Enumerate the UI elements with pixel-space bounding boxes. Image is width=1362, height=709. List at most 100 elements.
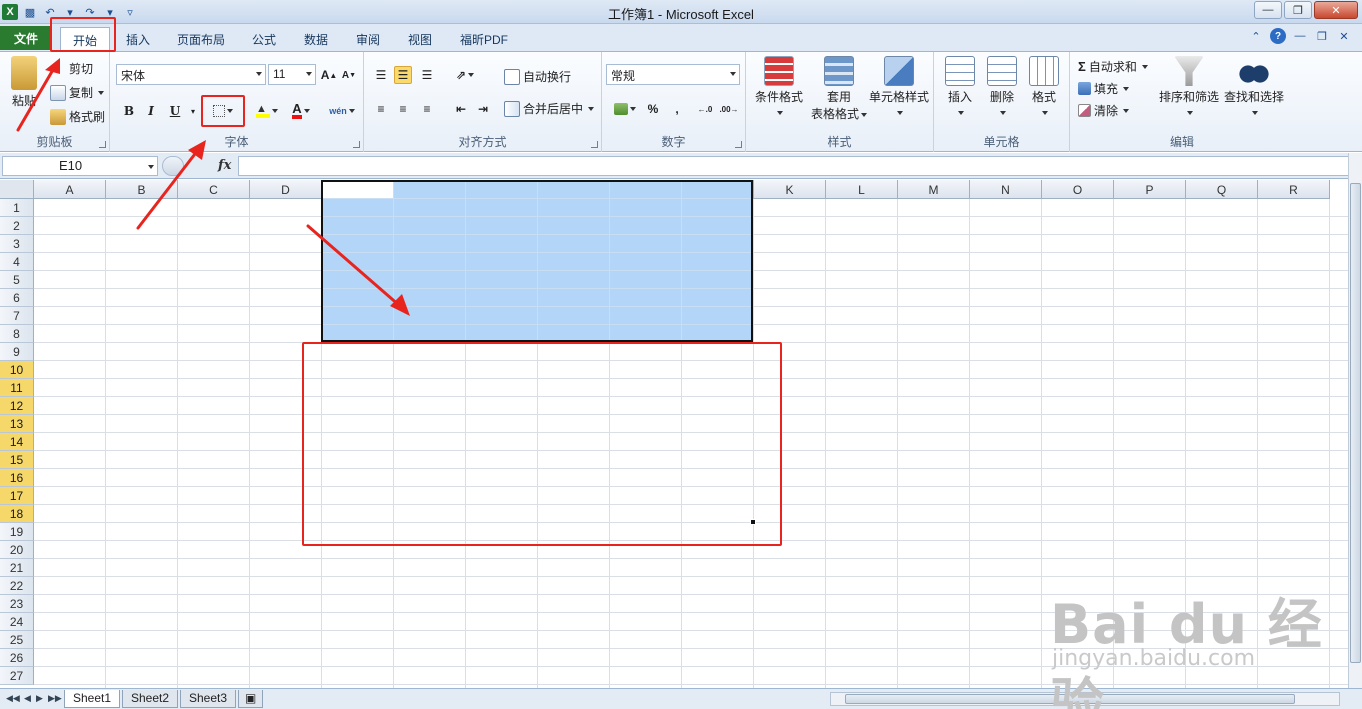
row-header-23[interactable]: 23 (0, 595, 34, 613)
row-header-10[interactable]: 10 (0, 361, 34, 379)
cell-styles-button[interactable]: 单元格样式 (868, 56, 930, 119)
horizontal-scrollbar[interactable] (830, 692, 1340, 706)
tab-view[interactable]: 视图 (400, 27, 440, 52)
column-header-a[interactable]: A (34, 180, 106, 199)
paste-button[interactable]: 粘贴 (6, 56, 42, 109)
tab-page-layout[interactable]: 页面布局 (168, 27, 234, 52)
insert-cells-button[interactable]: 插入 (940, 56, 980, 119)
font-color-button[interactable]: A (286, 102, 316, 120)
clipboard-launcher-icon[interactable] (99, 141, 106, 148)
wrap-text-button[interactable]: 自动换行 (504, 68, 571, 85)
row-header-4[interactable]: 4 (0, 253, 34, 271)
delete-cells-button[interactable]: 删除 (982, 56, 1022, 119)
bold-button[interactable]: B (120, 102, 138, 120)
align-bottom-icon[interactable]: ☰ (418, 66, 436, 84)
row-header-2[interactable]: 2 (0, 217, 34, 235)
row-header-24[interactable]: 24 (0, 613, 34, 631)
format-cells-button[interactable]: 格式 (1024, 56, 1064, 119)
row-header-25[interactable]: 25 (0, 631, 34, 649)
next-sheet-icon[interactable]: ▶ (36, 693, 43, 704)
workbook-close-icon[interactable]: ✕ (1336, 28, 1352, 44)
close-icon[interactable]: ✕ (1314, 1, 1358, 19)
row-header-13[interactable]: 13 (0, 415, 34, 433)
insert-sheet-icon[interactable]: ▣ (238, 690, 264, 708)
select-all-corner[interactable] (0, 180, 34, 199)
shrink-font-button[interactable]: A ▼ (340, 66, 358, 84)
italic-button[interactable]: I (142, 102, 160, 120)
active-cell[interactable] (323, 182, 393, 198)
row-header-20[interactable]: 20 (0, 541, 34, 559)
column-header-q[interactable]: Q (1186, 180, 1258, 199)
tab-home[interactable]: 开始 (60, 27, 110, 52)
column-header-o[interactable]: O (1042, 180, 1114, 199)
fill-color-button[interactable]: ▲ (252, 102, 282, 120)
underline-dropdown-icon[interactable]: ▾ (184, 102, 202, 120)
help-icon[interactable]: ? (1270, 28, 1286, 44)
sheet-tab-3[interactable]: Sheet3 (180, 690, 237, 708)
decrease-indent-icon[interactable]: ⇤ (452, 100, 470, 118)
column-header-d[interactable]: D (250, 180, 322, 199)
row-header-6[interactable]: 6 (0, 289, 34, 307)
number-format-combo[interactable]: 常规 (606, 64, 740, 85)
row-header-27[interactable]: 27 (0, 667, 34, 685)
minimize-icon[interactable]: — (1254, 1, 1282, 19)
merge-center-button[interactable]: 合并后居中 (504, 100, 595, 117)
font-launcher-icon[interactable] (353, 141, 360, 148)
phonetic-button[interactable]: wén (326, 102, 358, 120)
column-header-n[interactable]: N (970, 180, 1042, 199)
row-header-5[interactable]: 5 (0, 271, 34, 289)
tab-foxit-pdf[interactable]: 福昕PDF (452, 27, 516, 52)
column-header-b[interactable]: B (106, 180, 178, 199)
format-painter-button[interactable]: 格式刷 (50, 108, 105, 125)
grow-font-button[interactable]: A ▲ (320, 66, 338, 84)
vertical-scrollbar[interactable] (1348, 153, 1362, 689)
align-center-icon[interactable]: ≡ (394, 100, 412, 118)
row-header-16[interactable]: 16 (0, 469, 34, 487)
decrease-decimal-icon[interactable]: .00→ (718, 100, 740, 118)
align-left-icon[interactable]: ≡ (372, 100, 390, 118)
align-right-icon[interactable]: ≡ (418, 100, 436, 118)
first-sheet-icon[interactable]: ◀◀ (6, 693, 20, 704)
row-header-8[interactable]: 8 (0, 325, 34, 343)
alignment-launcher-icon[interactable] (591, 141, 598, 148)
workbook-minimize-icon[interactable]: — (1292, 28, 1308, 44)
row-header-19[interactable]: 19 (0, 523, 34, 541)
tab-review[interactable]: 审阅 (348, 27, 388, 52)
sheet-tab-2[interactable]: Sheet2 (122, 690, 179, 708)
font-size-combo[interactable]: 11 (268, 64, 316, 85)
comma-button[interactable]: , (668, 100, 686, 118)
last-sheet-icon[interactable]: ▶▶ (48, 693, 62, 704)
number-launcher-icon[interactable] (735, 141, 742, 148)
row-header-15[interactable]: 15 (0, 451, 34, 469)
row-header-3[interactable]: 3 (0, 235, 34, 253)
row-header-12[interactable]: 12 (0, 397, 34, 415)
row-header-17[interactable]: 17 (0, 487, 34, 505)
underline-button[interactable]: U (166, 102, 184, 120)
percent-button[interactable]: % (644, 100, 662, 118)
selected-range[interactable] (321, 180, 753, 342)
increase-indent-icon[interactable]: ⇥ (474, 100, 492, 118)
currency-button[interactable] (610, 100, 640, 118)
horizontal-scroll-thumb[interactable] (845, 694, 1295, 704)
row-header-26[interactable]: 26 (0, 649, 34, 667)
borders-button[interactable] (208, 102, 238, 120)
cut-button[interactable]: ✂ 剪切 (50, 60, 93, 77)
prev-sheet-icon[interactable]: ◀ (24, 693, 31, 704)
tab-insert[interactable]: 插入 (118, 27, 158, 52)
align-top-icon[interactable]: ☰ (372, 66, 390, 84)
sort-filter-button[interactable]: 排序和筛选 (1158, 56, 1220, 119)
row-header-7[interactable]: 7 (0, 307, 34, 325)
column-header-l[interactable]: L (826, 180, 898, 199)
clear-button[interactable]: 清除 (1078, 102, 1130, 119)
row-header-11[interactable]: 11 (0, 379, 34, 397)
find-select-button[interactable]: 查找和选择 (1222, 56, 1286, 119)
column-header-m[interactable]: M (898, 180, 970, 199)
sheet-tab-1[interactable]: Sheet1 (64, 690, 121, 708)
format-as-table-button[interactable]: 套用 表格格式 (806, 56, 872, 122)
vertical-scroll-thumb[interactable] (1350, 183, 1361, 663)
row-header-22[interactable]: 22 (0, 577, 34, 595)
row-header-14[interactable]: 14 (0, 433, 34, 451)
tab-formulas[interactable]: 公式 (244, 27, 284, 52)
row-header-9[interactable]: 9 (0, 343, 34, 361)
copy-button[interactable]: 复制 (50, 84, 105, 101)
